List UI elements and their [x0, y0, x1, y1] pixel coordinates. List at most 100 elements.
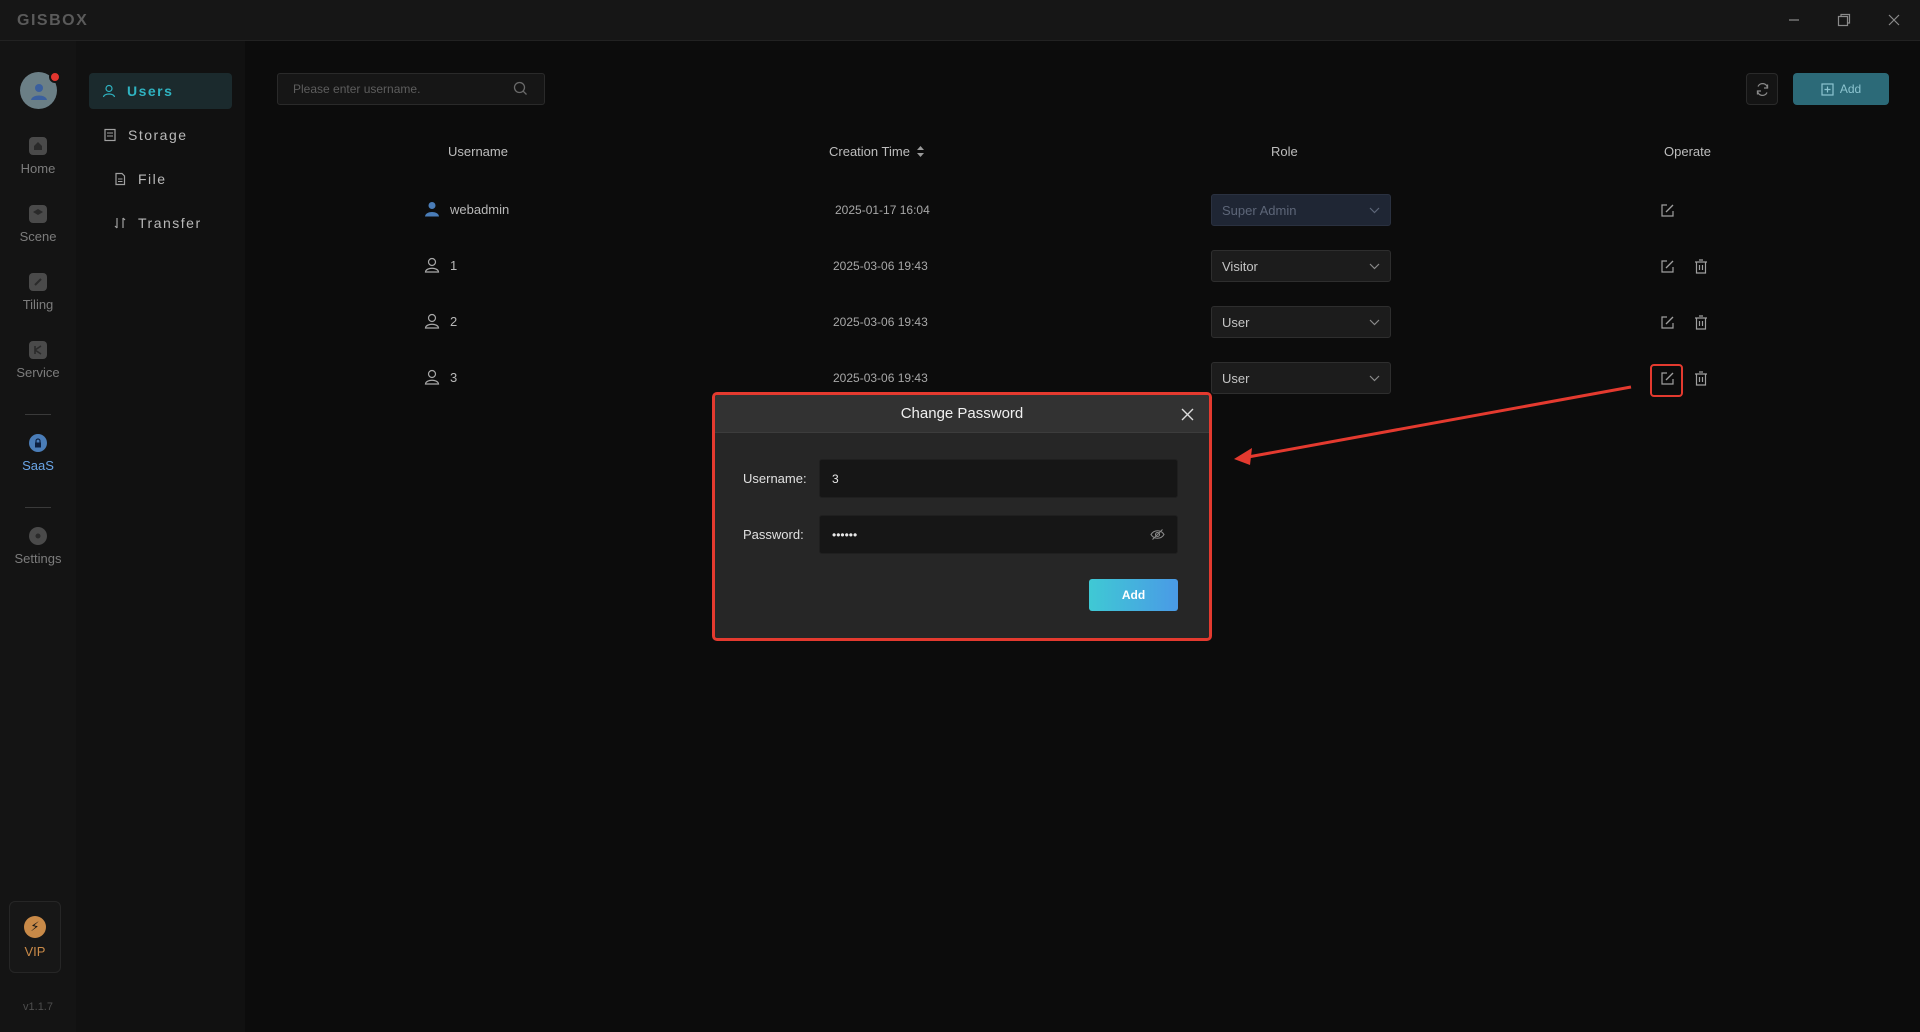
user-icon: [424, 313, 440, 329]
trash-icon: [1695, 370, 1707, 386]
trash-icon: [1695, 314, 1707, 330]
delete-user-button[interactable]: [1691, 312, 1711, 332]
dialog-close-button[interactable]: [1177, 404, 1197, 424]
left-rail: Home Scene Tiling Service SaaS Settings …: [0, 41, 76, 1032]
vip-button[interactable]: ⚡ VIP: [9, 901, 61, 973]
tiling-icon: [29, 273, 47, 291]
password-label: Password:: [743, 527, 804, 542]
edit-password-button[interactable]: [1657, 256, 1677, 276]
column-header-username: Username: [448, 144, 508, 159]
edit-password-button[interactable]: [1657, 312, 1677, 332]
rail-item-settings[interactable]: Settings: [0, 527, 76, 587]
table-row-username: 3: [424, 369, 457, 385]
edit-icon: [1660, 203, 1674, 217]
secondary-nav: Users Storage File Transfer: [76, 41, 245, 1032]
user-icon: [424, 369, 440, 385]
username-text: 2: [450, 313, 458, 329]
username-field-value: 3: [832, 471, 839, 486]
close-window-button[interactable]: [1872, 6, 1916, 34]
column-header-operate: Operate: [1664, 144, 1711, 159]
search-input[interactable]: [277, 73, 545, 105]
username-text: 3: [450, 369, 458, 385]
subnav-item-users[interactable]: Users: [89, 73, 232, 109]
role-value: User: [1222, 370, 1250, 386]
dialog-submit-button[interactable]: Add: [1089, 579, 1178, 611]
subnav-item-file[interactable]: File: [112, 161, 167, 197]
rail-item-saas[interactable]: SaaS: [0, 434, 76, 494]
home-icon: [29, 137, 47, 155]
role-value: Visitor: [1222, 258, 1258, 274]
search-icon[interactable]: [513, 81, 528, 101]
delete-user-button[interactable]: [1691, 256, 1711, 276]
rail-item-label: Settings: [14, 551, 62, 566]
storage-icon: [102, 128, 118, 142]
app-window: GISBOX Home Scene Tiling Service SaaS Se…: [0, 0, 1920, 1032]
table-row-username: 2: [424, 313, 457, 329]
subnav-item-label: File: [138, 171, 167, 187]
username-label: Username:: [743, 471, 807, 486]
lightning-icon: ⚡: [24, 915, 46, 938]
rail-item-home[interactable]: Home: [0, 137, 76, 197]
chevron-down-icon: [1369, 263, 1380, 269]
minimize-button[interactable]: [1772, 6, 1816, 34]
file-icon: [112, 172, 128, 186]
service-icon: [29, 341, 47, 359]
role-select[interactable]: User: [1211, 306, 1391, 338]
dialog-header: Change Password: [715, 395, 1209, 433]
eye-off-icon[interactable]: [1150, 528, 1165, 544]
sort-icon[interactable]: [916, 145, 925, 158]
rail-item-label: Service: [16, 365, 60, 380]
subnav-item-storage[interactable]: Storage: [102, 117, 188, 153]
rail-item-label: SaaS: [22, 458, 54, 473]
edit-icon: [1660, 259, 1674, 273]
scene-icon: [29, 205, 47, 223]
creation-time-text: 2025-01-17 16:04: [835, 203, 930, 217]
column-header-creation-time[interactable]: Creation Time: [829, 144, 925, 159]
edit-icon: [1660, 315, 1674, 329]
password-field[interactable]: ••••••: [819, 515, 1178, 554]
role-select: Super Admin: [1211, 194, 1391, 226]
restore-button[interactable]: [1822, 6, 1866, 34]
role-value: User: [1222, 314, 1250, 330]
gear-icon: [29, 527, 47, 545]
column-header-role: Role: [1271, 144, 1298, 159]
password-field-value: ••••••: [832, 527, 858, 542]
table-row-username: webadmin: [424, 201, 509, 217]
vip-label: VIP: [24, 943, 46, 959]
user-avatar-icon: [30, 83, 47, 100]
trash-icon: [1695, 258, 1707, 274]
column-header-label: Creation Time: [829, 144, 910, 159]
notification-badge: [49, 71, 61, 83]
chevron-down-icon: [1369, 207, 1380, 213]
role-select[interactable]: User: [1211, 362, 1391, 394]
rail-item-scene[interactable]: Scene: [0, 205, 76, 265]
user-icon: [424, 257, 440, 273]
delete-user-button[interactable]: [1691, 368, 1711, 388]
version-label: v1.1.7: [23, 1001, 53, 1013]
username-field[interactable]: 3: [819, 459, 1178, 498]
annotation-highlight-box: [1650, 364, 1683, 397]
subnav-item-label: Storage: [128, 127, 188, 143]
creation-time-text: 2025-03-06 19:43: [833, 371, 928, 385]
role-select[interactable]: Visitor: [1211, 250, 1391, 282]
refresh-button[interactable]: [1746, 73, 1778, 105]
add-icon: [1821, 82, 1834, 96]
rail-item-service[interactable]: Service: [0, 341, 76, 401]
rail-item-tiling[interactable]: Tiling: [0, 273, 76, 333]
rail-item-label: Tiling: [22, 297, 54, 312]
role-value: Super Admin: [1222, 202, 1297, 218]
lock-icon: [29, 434, 47, 452]
rail-divider: [25, 507, 51, 508]
app-logo: GISBOX: [17, 12, 89, 29]
subnav-item-label: Users: [127, 83, 174, 99]
edit-password-button[interactable]: [1657, 200, 1677, 220]
chevron-down-icon: [1369, 319, 1380, 325]
username-text: 1: [450, 257, 458, 273]
subnav-item-transfer[interactable]: Transfer: [112, 205, 202, 241]
table-row-username: 1: [424, 257, 457, 273]
subnav-item-label: Transfer: [138, 215, 202, 231]
add-user-button[interactable]: Add: [1793, 73, 1889, 105]
close-icon: [1181, 408, 1193, 420]
change-password-dialog: Change Password Username: 3 Password: ••…: [712, 392, 1212, 641]
restore-icon: [1837, 13, 1851, 27]
